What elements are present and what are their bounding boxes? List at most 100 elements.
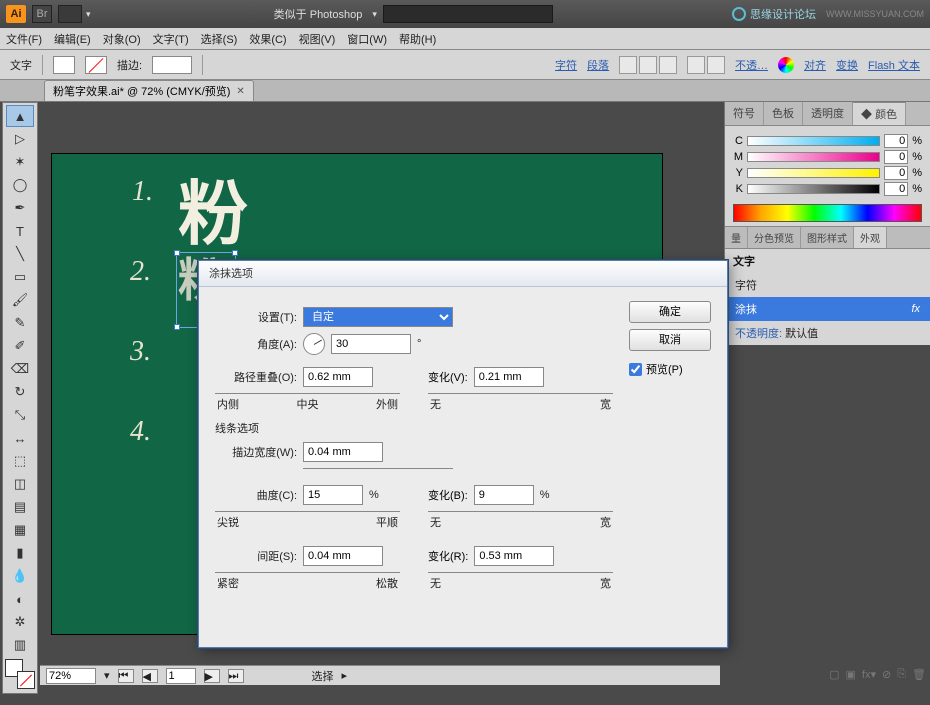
magenta-input[interactable] bbox=[884, 150, 908, 164]
direct-selection-tool[interactable]: ▷ bbox=[6, 128, 34, 150]
appearance-row-scribble[interactable]: 涂抹 fx bbox=[725, 297, 930, 321]
ok-button[interactable]: 确定 bbox=[629, 301, 711, 323]
artboard-first[interactable]: ⏮ bbox=[118, 669, 134, 683]
blob-brush-tool[interactable]: ✐ bbox=[6, 335, 34, 357]
spacing-var-input[interactable] bbox=[474, 546, 554, 566]
tab-appearance[interactable]: 外观 bbox=[854, 227, 887, 248]
artboard-last[interactable]: ⏭ bbox=[228, 669, 244, 683]
tab-symbols[interactable]: 符号 bbox=[725, 102, 764, 125]
artboard-prev[interactable]: ◀ bbox=[142, 669, 158, 683]
shape-builder-tool[interactable]: ◫ bbox=[6, 473, 34, 495]
search-input[interactable] bbox=[383, 5, 553, 23]
stroke-swatch[interactable] bbox=[85, 56, 107, 74]
stroke-weight-input[interactable] bbox=[152, 56, 192, 74]
bridge-icon[interactable]: Br bbox=[32, 5, 52, 23]
flash-text-link[interactable]: Flash 文本 bbox=[868, 57, 920, 73]
rectangle-tool[interactable]: ▭ bbox=[6, 266, 34, 288]
zoom-input[interactable] bbox=[46, 668, 96, 684]
layout-button[interactable] bbox=[58, 5, 82, 23]
pencil-tool[interactable]: ✎ bbox=[6, 312, 34, 334]
artboard-number[interactable] bbox=[166, 668, 196, 684]
menu-effect[interactable]: 效果(C) bbox=[249, 31, 286, 47]
add-effect-icon[interactable]: fx▾ bbox=[862, 668, 876, 681]
stroke-width-input[interactable] bbox=[303, 442, 383, 462]
angle-input[interactable] bbox=[331, 334, 411, 354]
tab-separations[interactable]: 分色预览 bbox=[748, 227, 801, 248]
black-slider[interactable] bbox=[747, 184, 880, 194]
magic-wand-tool[interactable]: ✶ bbox=[6, 151, 34, 173]
clear-icon[interactable]: ⊘ bbox=[882, 668, 891, 681]
align-link[interactable]: 对齐 bbox=[804, 57, 826, 73]
paragraph-align-icons[interactable] bbox=[619, 56, 677, 74]
magenta-slider[interactable] bbox=[747, 152, 880, 162]
selection-tool[interactable]: ▲ bbox=[6, 105, 34, 127]
document-tab[interactable]: 粉笔字效果.ai* @ 72% (CMYK/预览) ✕ bbox=[44, 80, 254, 101]
rotate-tool[interactable]: ↻ bbox=[6, 381, 34, 403]
artboard-next[interactable]: ▶ bbox=[204, 669, 220, 683]
cyan-slider[interactable] bbox=[747, 136, 880, 146]
menu-view[interactable]: 视图(V) bbox=[299, 31, 336, 47]
type-tool[interactable]: T bbox=[6, 220, 34, 242]
spacing-input[interactable] bbox=[303, 546, 383, 566]
menu-type[interactable]: 文字(T) bbox=[153, 31, 189, 47]
color-spectrum[interactable] bbox=[733, 204, 922, 222]
gradient-tool[interactable]: ▮ bbox=[6, 542, 34, 564]
paintbrush-tool[interactable]: 🖌 bbox=[6, 289, 34, 311]
align-icons-b[interactable] bbox=[687, 56, 725, 74]
tab-a[interactable]: 量 bbox=[725, 227, 748, 248]
overlap-input[interactable] bbox=[303, 367, 373, 387]
menu-file[interactable]: 文件(F) bbox=[6, 31, 42, 47]
pen-tool[interactable]: ✒ bbox=[6, 197, 34, 219]
yellow-slider[interactable] bbox=[747, 168, 880, 178]
menu-help[interactable]: 帮助(H) bbox=[399, 31, 436, 47]
close-tab-icon[interactable]: ✕ bbox=[236, 86, 244, 97]
settings-select[interactable]: 自定 bbox=[303, 307, 453, 327]
tab-swatches[interactable]: 色板 bbox=[764, 102, 803, 125]
curviness-input[interactable] bbox=[303, 485, 363, 505]
recolor-icon[interactable] bbox=[778, 57, 794, 73]
line-tool[interactable]: ╲ bbox=[6, 243, 34, 265]
appearance-row-characters[interactable]: 字符 bbox=[725, 273, 930, 297]
menu-window[interactable]: 窗口(W) bbox=[347, 31, 387, 47]
cancel-button[interactable]: 取消 bbox=[629, 329, 711, 351]
yellow-input[interactable] bbox=[884, 166, 908, 180]
fill-swatch[interactable] bbox=[53, 56, 75, 74]
lasso-tool[interactable]: ◯ bbox=[6, 174, 34, 196]
trash-icon[interactable]: 🗑 bbox=[912, 668, 926, 681]
symbol-sprayer-tool[interactable]: ✲ bbox=[6, 611, 34, 633]
perspective-tool[interactable]: ▤ bbox=[6, 496, 34, 518]
menu-edit[interactable]: 编辑(E) bbox=[54, 31, 91, 47]
app-logo: Ai bbox=[6, 5, 26, 23]
transform-link[interactable]: 变换 bbox=[836, 57, 858, 73]
width-tool[interactable]: ↔ bbox=[6, 427, 34, 449]
opacity-link[interactable]: 不透… bbox=[735, 57, 768, 73]
menu-object[interactable]: 对象(O) bbox=[103, 31, 141, 47]
fill-stroke-control[interactable] bbox=[5, 659, 35, 689]
eyedropper-tool[interactable]: 💧 bbox=[6, 565, 34, 587]
tab-transparency[interactable]: 透明度 bbox=[803, 102, 853, 125]
new-stroke-icon[interactable]: ▣ bbox=[846, 668, 856, 681]
paragraph-panel-link[interactable]: 段落 bbox=[587, 57, 609, 73]
graph-tool[interactable]: ▥ bbox=[6, 634, 34, 656]
new-fill-icon[interactable]: ▢ bbox=[829, 668, 839, 681]
mesh-tool[interactable]: ▦ bbox=[6, 519, 34, 541]
tab-color[interactable]: ◆ 颜色 bbox=[853, 102, 906, 125]
menu-select[interactable]: 选择(S) bbox=[201, 31, 238, 47]
variation-v-input[interactable] bbox=[474, 367, 544, 387]
appearance-row-opacity[interactable]: 不透明度: 默认值 bbox=[725, 321, 930, 345]
community-icon[interactable] bbox=[732, 7, 746, 21]
duplicate-icon[interactable]: ⎘ bbox=[897, 668, 906, 681]
preview-checkbox[interactable]: 预览(P) bbox=[629, 361, 711, 377]
cyan-input[interactable] bbox=[884, 134, 908, 148]
blend-tool[interactable]: ◐ bbox=[6, 588, 34, 610]
scale-tool[interactable]: ⤡ bbox=[6, 404, 34, 426]
black-input[interactable] bbox=[884, 182, 908, 196]
eraser-tool[interactable]: ⌫ bbox=[6, 358, 34, 380]
free-transform-tool[interactable]: ⬚ bbox=[6, 450, 34, 472]
tab-graphic-styles[interactable]: 图形样式 bbox=[801, 227, 854, 248]
character-panel-link[interactable]: 字符 bbox=[555, 57, 577, 73]
angle-dial[interactable] bbox=[303, 333, 325, 355]
curv-var-input[interactable] bbox=[474, 485, 534, 505]
workspace-switcher[interactable]: 类似于 Photoshop bbox=[270, 4, 367, 24]
chevron-down-icon[interactable]: ▾ bbox=[372, 9, 377, 20]
